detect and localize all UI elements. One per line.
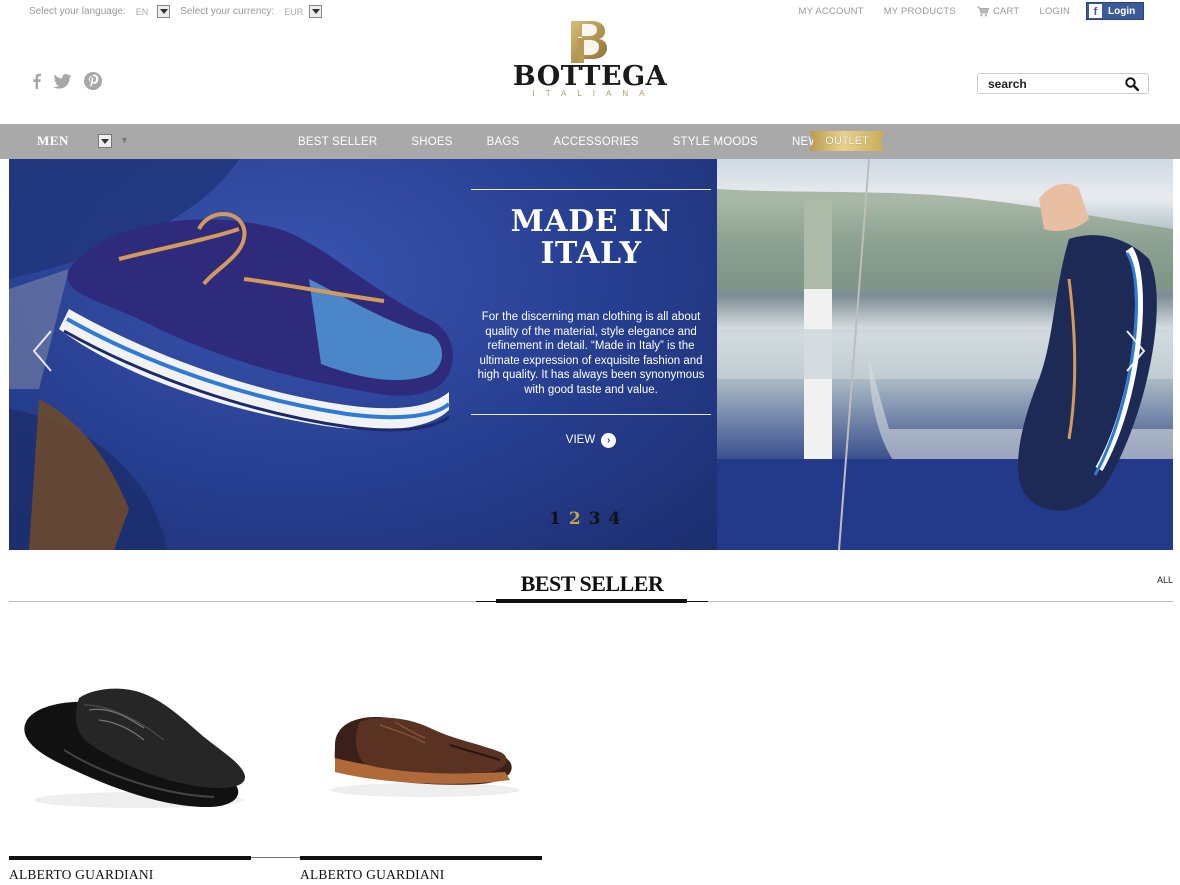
nav-item-outlet[interactable]: OUTLET (809, 131, 885, 151)
nav-item-bags[interactable]: BAGS (470, 136, 537, 148)
divider (471, 413, 711, 415)
product-card[interactable]: ALBERTO GUARDIANI (9, 650, 251, 885)
login-link[interactable]: LOGIN (1039, 6, 1070, 17)
section-dropdown-button[interactable] (98, 134, 112, 148)
product-accent-bar (300, 856, 542, 860)
hero-title-line-2: ITALY (540, 236, 642, 271)
language-label: Select your language: (29, 6, 126, 17)
search-icon[interactable] (1125, 77, 1139, 91)
best-seller-heading: BEST SELLER (520, 571, 664, 596)
divider (251, 857, 300, 858)
brand-logo[interactable]: BOTTEGA ITALIANA (505, 19, 675, 101)
currency-select[interactable]: EUR (280, 5, 323, 18)
facebook-icon: f (1089, 4, 1102, 18)
pinterest-icon[interactable] (84, 72, 102, 90)
product-accent-bar (9, 856, 251, 860)
product-card[interactable]: ALBERTO GUARDIANI (300, 650, 542, 885)
view-all-link[interactable]: ALL (1157, 575, 1173, 585)
chevron-down-icon[interactable] (157, 5, 171, 18)
nav-item-style-moods[interactable]: STYLE MOODS (656, 136, 775, 148)
search-box[interactable] (977, 73, 1149, 94)
twitter-icon[interactable] (53, 73, 72, 89)
cart-link[interactable]: CART (976, 6, 1020, 17)
language-select[interactable]: EN (132, 5, 171, 18)
search-input[interactable] (988, 76, 1118, 92)
cart-icon (976, 6, 989, 16)
account-links: MY ACCOUNT MY PRODUCTS CART LOGIN f Logi… (779, 2, 1144, 20)
chevron-right-icon[interactable] (1125, 329, 1147, 373)
product-image[interactable] (300, 650, 542, 830)
heading-underline (496, 599, 687, 603)
nav-item-accessories[interactable]: ACCESSORIES (536, 136, 655, 148)
hero-title-line-1: MADE IN (510, 204, 672, 239)
nav-items: BEST SELLER SHOES BAGS ACCESSORIES STYLE… (281, 124, 844, 159)
currency-label: Select your currency: (180, 6, 275, 17)
slide-page-4[interactable]: 4 (609, 509, 621, 529)
my-account-link[interactable]: MY ACCOUNT (799, 6, 864, 17)
social-links (32, 72, 102, 90)
nav-item-shoes[interactable]: SHOES (394, 136, 469, 148)
facebook-icon[interactable] (32, 73, 41, 89)
hero-description: For the discerning man clothing is all a… (477, 311, 705, 396)
product-image[interactable] (9, 650, 251, 830)
chevron-left-icon[interactable] (31, 329, 53, 373)
hero-text-panel: MADE IN ITALY For the discerning man clot… (471, 189, 711, 448)
hero-view-label: VIEW (565, 434, 596, 447)
hero-title: MADE IN ITALY (471, 206, 711, 270)
divider (471, 189, 711, 190)
slide-page-2[interactable]: 2 (569, 509, 581, 529)
locale-selectors: Select your language: EN Select your cur… (29, 5, 323, 18)
slide-page-3[interactable]: 3 (589, 509, 601, 529)
logo-wordmark: BOTTEGA (512, 61, 668, 92)
facebook-login-button[interactable]: f Login (1086, 2, 1144, 20)
my-products-link[interactable]: MY PRODUCTS (884, 6, 956, 17)
hero-view-button[interactable]: VIEW › (471, 432, 711, 448)
cart-label: CART (992, 5, 1020, 17)
main-navigation: MEN ▼ BEST SELLER SHOES BAGS ACCESSORIES… (0, 124, 1180, 159)
product-brand[interactable]: ALBERTO GUARDIANI (300, 867, 444, 883)
logo-mark-icon (571, 21, 607, 63)
arrow-right-icon: › (601, 432, 617, 448)
logo-subtitle: ITALIANA (532, 89, 656, 98)
slider-pagination: 1 2 3 4 (549, 509, 620, 529)
section-selector-label[interactable]: MEN (37, 133, 69, 149)
product-brand[interactable]: ALBERTO GUARDIANI (9, 867, 153, 883)
slide-page-1[interactable]: 1 (549, 509, 561, 529)
chevron-down-icon[interactable] (309, 5, 323, 18)
chevron-down-icon[interactable]: ▼ (120, 135, 129, 145)
facebook-login-label: Login (1108, 5, 1136, 17)
currency-value: EUR (284, 6, 304, 17)
hero-slider: MADE IN ITALY For the discerning man clot… (9, 159, 1173, 550)
language-value: EN (135, 6, 149, 17)
nav-item-best-seller[interactable]: BEST SELLER (281, 136, 394, 148)
